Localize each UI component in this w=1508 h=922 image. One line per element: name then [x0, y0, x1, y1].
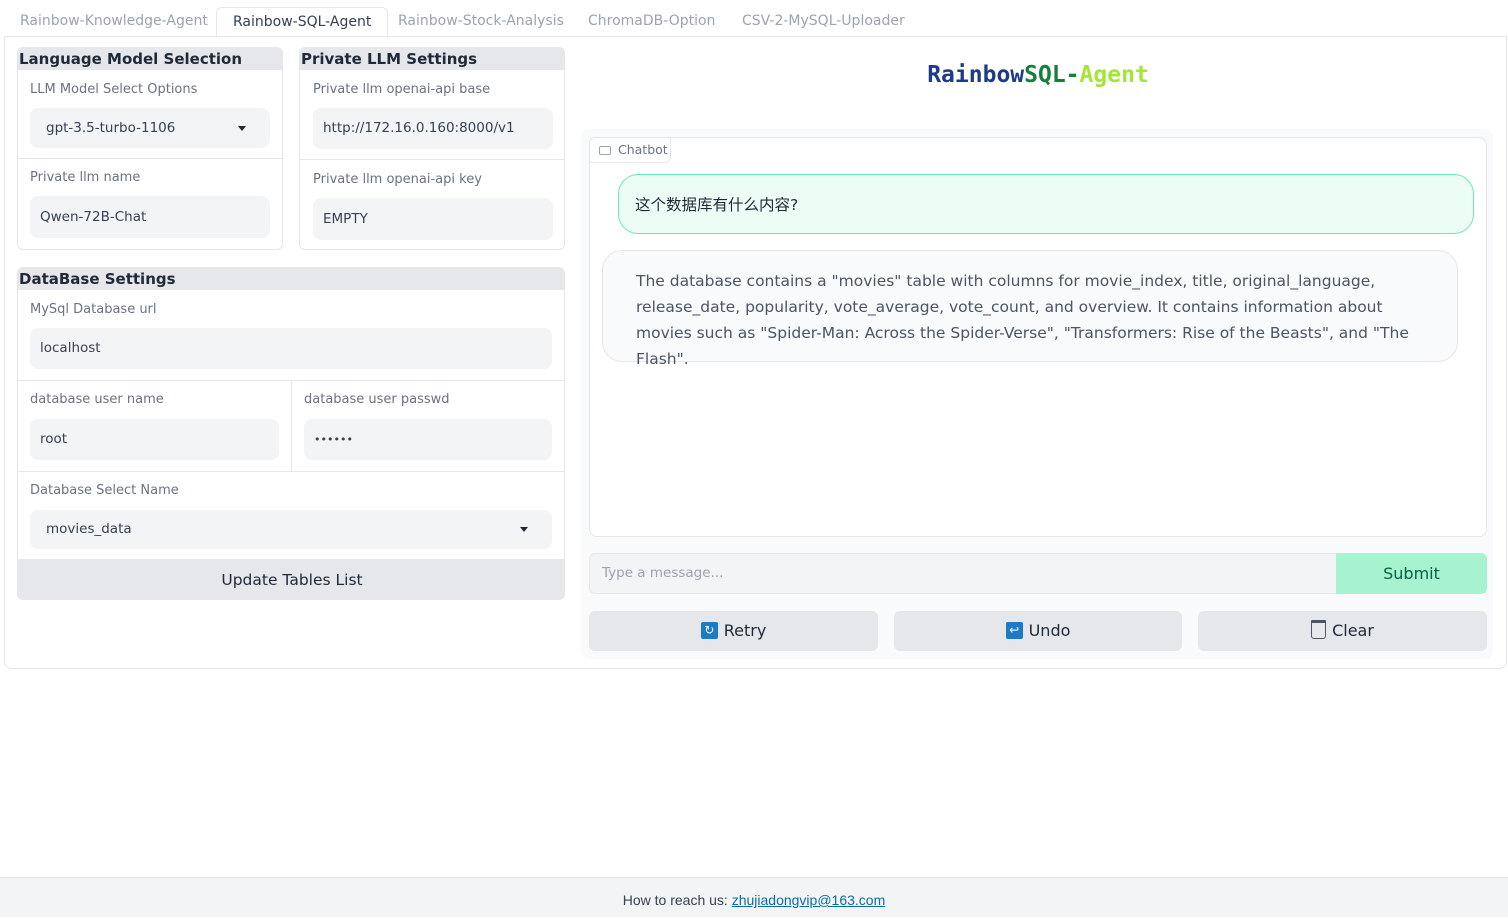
chevron-down-icon [238, 126, 246, 131]
clear-label: Clear [1332, 621, 1374, 640]
retry-label: Retry [723, 621, 767, 640]
llm-model-select-label: LLM Model Select Options [30, 82, 198, 97]
chevron-down-icon [520, 527, 528, 532]
submit-button[interactable]: Submit [1336, 553, 1487, 594]
divider [300, 159, 564, 160]
private-llm-name-label: Private llm name [30, 170, 141, 185]
chatbot-label: Chatbot [589, 137, 671, 163]
db-select-name-select[interactable]: movies_data [30, 510, 552, 549]
api-base-input[interactable]: http://172.16.0.160:8000/v1 [313, 108, 553, 149]
tab-bar: Rainbow-Knowledge-Agent Rainbow-SQL-Agen… [4, 0, 1508, 37]
db-passwd-label: database user passwd [304, 392, 450, 407]
db-user-input[interactable]: root [30, 419, 279, 460]
user-message: 这个数据库有什么内容? [618, 174, 1474, 234]
llm-model-select-value: gpt-3.5-turbo-1106 [46, 120, 176, 136]
footer-prefix: How to reach us: [622, 892, 732, 908]
trash-icon [1311, 620, 1327, 639]
api-key-label: Private llm openai-api key [313, 172, 482, 187]
divider [18, 158, 282, 159]
undo-button[interactable]: ↩ Undo [894, 611, 1182, 651]
llm-model-select[interactable]: gpt-3.5-turbo-1106 [30, 108, 270, 148]
footer: How to reach us: zhujiadongvip@163.com [0, 877, 1508, 917]
tab-rainbow-stock-analysis[interactable]: Rainbow-Stock-Analysis [382, 7, 580, 36]
private-llm-settings-group: Private LLM Settings Private llm openai-… [299, 47, 565, 250]
api-key-input[interactable]: EMPTY [313, 198, 553, 240]
db-select-name-label: Database Select Name [30, 483, 179, 498]
footer-email-link[interactable]: zhujiadongvip@163.com [732, 892, 886, 908]
retry-button[interactable]: ↻ Retry [589, 611, 878, 651]
message-input[interactable]: Type a message... [589, 553, 1337, 594]
db-user-label: database user name [30, 392, 164, 407]
group-title: Language Model Selection [18, 48, 282, 70]
retry-icon: ↻ [700, 622, 718, 639]
db-passwd-input[interactable]: •••••• [304, 419, 552, 460]
clear-button[interactable]: Clear [1198, 611, 1487, 651]
api-base-label: Private llm openai-api base [313, 82, 491, 97]
tab-rainbow-knowledge-agent[interactable]: Rainbow-Knowledge-Agent [4, 7, 224, 36]
app-title-part3: Agent [1079, 62, 1149, 88]
mysql-url-label: MySql Database url [30, 302, 157, 317]
bot-message: The database contains a "movies" table w… [602, 250, 1458, 368]
tab-chromadb-option[interactable]: ChromaDB-Option [572, 7, 731, 36]
database-settings-group: DataBase Settings MySql Database url loc… [17, 267, 565, 600]
chatbot-label-text: Chatbot [618, 142, 668, 157]
app-title-part2: SQL- [1024, 62, 1080, 88]
mysql-url-input[interactable]: localhost [30, 328, 552, 369]
undo-label: Undo [1028, 621, 1071, 640]
group-title: DataBase Settings [18, 268, 564, 290]
db-select-name-value: movies_data [46, 521, 132, 537]
divider [18, 471, 564, 472]
divider [291, 380, 292, 471]
chat-icon [599, 146, 611, 155]
update-tables-list-button[interactable]: Update Tables List [18, 559, 564, 599]
app-title-part1: Rainbow [927, 62, 1025, 88]
tab-csv-2-mysql-uploader[interactable]: CSV-2-MySQL-Uploader [726, 7, 921, 36]
language-model-selection-group: Language Model Selection LLM Model Selec… [17, 47, 283, 250]
private-llm-name-input[interactable]: Qwen-72B-Chat [30, 196, 270, 238]
group-title: Private LLM Settings [300, 48, 564, 70]
tab-rainbow-sql-agent[interactable]: Rainbow-SQL-Agent [216, 7, 389, 37]
undo-icon: ↩ [1005, 622, 1023, 639]
app-title: RainbowSQL-Agent [582, 62, 1494, 88]
